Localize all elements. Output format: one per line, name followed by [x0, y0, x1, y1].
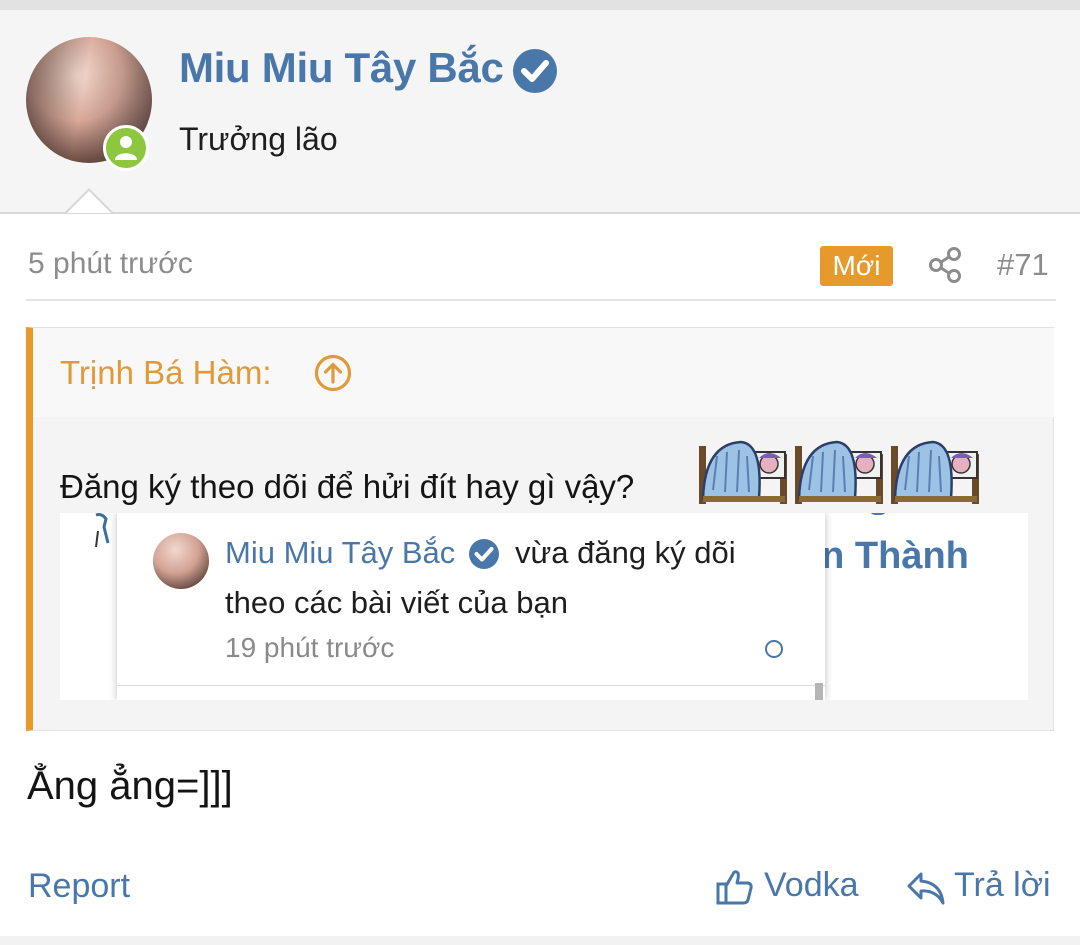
notification-text-line1: vừa đăng ký dõi [515, 535, 736, 570]
verified-check-icon [513, 49, 557, 93]
username-link[interactable]: Miu Miu Tây Bắc [179, 44, 504, 92]
post-timestamp[interactable]: 5 phút trước [28, 247, 193, 281]
sleeping-in-bed-emoji [891, 440, 979, 504]
quote-block: Trịnh Bá Hàm: Đăng ký theo dõi để hửi đí… [26, 327, 1054, 731]
online-user-icon [103, 125, 149, 171]
header-arrow-inner [67, 191, 111, 213]
notification-separator [117, 685, 825, 686]
arrow-up-circle-icon[interactable] [314, 354, 352, 392]
notification-text-line2: theo các bài viết của bạn [225, 585, 568, 620]
partial-username-text: ện Thành [800, 535, 969, 577]
report-button[interactable]: Report [28, 867, 130, 906]
thumbs-up-icon [716, 870, 753, 905]
meta-divider [26, 299, 1056, 301]
quote-author-link[interactable]: Trịnh Bá Hàm: [60, 354, 272, 392]
quote-header: Trịnh Bá Hàm: [33, 328, 1054, 417]
reply-arrow-icon [907, 872, 945, 905]
post-number-link[interactable]: #71 [997, 247, 1049, 283]
verified-check-icon [469, 539, 499, 569]
reply-label: Trả lời [954, 866, 1051, 904]
new-badge: Mới [820, 246, 893, 286]
unread-dot-icon [765, 640, 783, 658]
sleeping-in-bed-emoji [699, 440, 787, 504]
top-strip [0, 0, 1080, 10]
quote-text: Đăng ký theo dõi để hửi đít hay gì vậy? [60, 468, 635, 505]
partial-text-fragment [868, 513, 888, 515]
user-title: Trưởng lão [179, 121, 338, 157]
like-label: Vodka [764, 866, 859, 904]
notification-card: Miu Miu Tây Bắc vừa đăng ký dõi theo các… [117, 513, 825, 700]
share-icon[interactable] [928, 246, 962, 284]
bottom-strip [0, 936, 1080, 945]
sleeping-in-bed-emoji [795, 440, 883, 504]
notification-avatar [153, 533, 209, 589]
message-user-header [0, 10, 1080, 214]
scrollbar-fragment [815, 683, 823, 700]
notification-time: 19 phút trước [225, 632, 395, 663]
notification-username: Miu Miu Tây Bắc [225, 535, 456, 570]
post-body-text: Ẳng ẳng=]]] [27, 764, 233, 808]
embedded-screenshot[interactable]: ện Thành Miu Miu Tây Bắc vừa đăng ký dõi… [60, 513, 1028, 700]
cartoon-figure-fragment [95, 513, 110, 548]
